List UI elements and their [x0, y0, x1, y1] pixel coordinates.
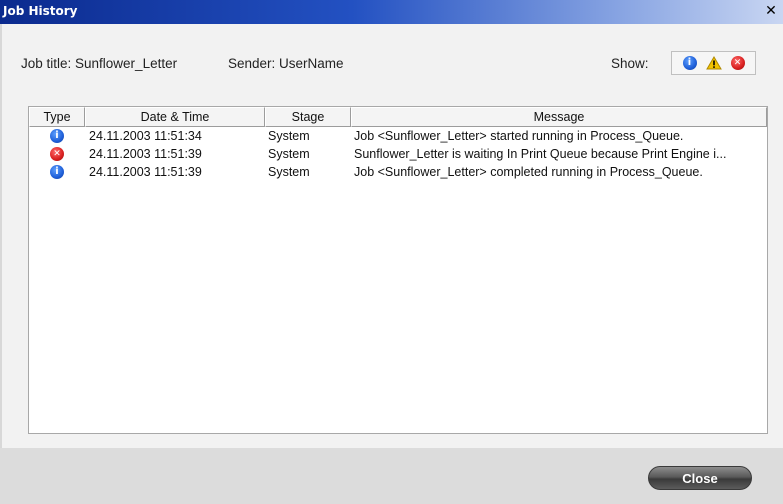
message-cell: Sunflower_Letter is waiting In Print Que…	[354, 147, 727, 161]
message-type-filter: i ✕	[671, 51, 756, 75]
title-bar[interactable]: Job History ✕	[0, 0, 783, 24]
table-row[interactable]: ✕ 24.11.2003 11:51:39 System Sunflower_L…	[29, 145, 767, 163]
date-time-cell: 24.11.2003 11:51:39	[89, 147, 202, 161]
info-icon: i	[682, 56, 697, 70]
filter-warning-button[interactable]	[704, 53, 724, 73]
table-header: Type Date & Time Stage Message	[29, 107, 767, 127]
info-icon: i	[50, 129, 64, 143]
column-header-date-time[interactable]: Date & Time	[85, 107, 265, 127]
close-icon[interactable]: ✕	[763, 3, 779, 19]
job-history-window: Job History ✕ Job title: Sunflower_Lette…	[0, 0, 783, 504]
stage-cell: System	[268, 147, 310, 161]
filter-info-button[interactable]: i	[680, 53, 700, 73]
info-icon: i	[50, 165, 64, 179]
column-header-stage[interactable]: Stage	[265, 107, 351, 127]
type-cell: i	[29, 127, 85, 145]
table-row[interactable]: i 24.11.2003 11:51:39 System Job <Sunflo…	[29, 163, 767, 181]
warning-icon	[705, 56, 722, 70]
stage-cell: System	[268, 165, 310, 179]
message-cell: Job <Sunflower_Letter> started running i…	[354, 129, 684, 143]
show-label: Show:	[611, 56, 649, 71]
type-cell: ✕	[29, 145, 85, 163]
job-history-table: Type Date & Time Stage Message i 24.11.2…	[28, 106, 768, 434]
type-cell: i	[29, 163, 85, 181]
table-row[interactable]: i 24.11.2003 11:51:34 System Job <Sunflo…	[29, 127, 767, 145]
job-title-label: Job title: Sunflower_Letter	[21, 56, 178, 71]
filter-error-button[interactable]: ✕	[728, 53, 748, 73]
column-header-message[interactable]: Message	[351, 107, 767, 127]
window-border	[0, 24, 2, 504]
date-time-cell: 24.11.2003 11:51:39	[89, 165, 202, 179]
stage-cell: System	[268, 129, 310, 143]
message-cell: Job <Sunflower_Letter> completed running…	[354, 165, 703, 179]
table-body: i 24.11.2003 11:51:34 System Job <Sunflo…	[29, 127, 767, 181]
column-header-type[interactable]: Type	[29, 107, 85, 127]
error-icon: ✕	[730, 56, 745, 70]
window-title: Job History	[3, 4, 78, 18]
date-time-cell: 24.11.2003 11:51:34	[89, 129, 202, 143]
sender-label: Sender: UserName	[228, 56, 344, 71]
close-button[interactable]: Close	[648, 466, 752, 490]
error-icon: ✕	[50, 147, 64, 161]
